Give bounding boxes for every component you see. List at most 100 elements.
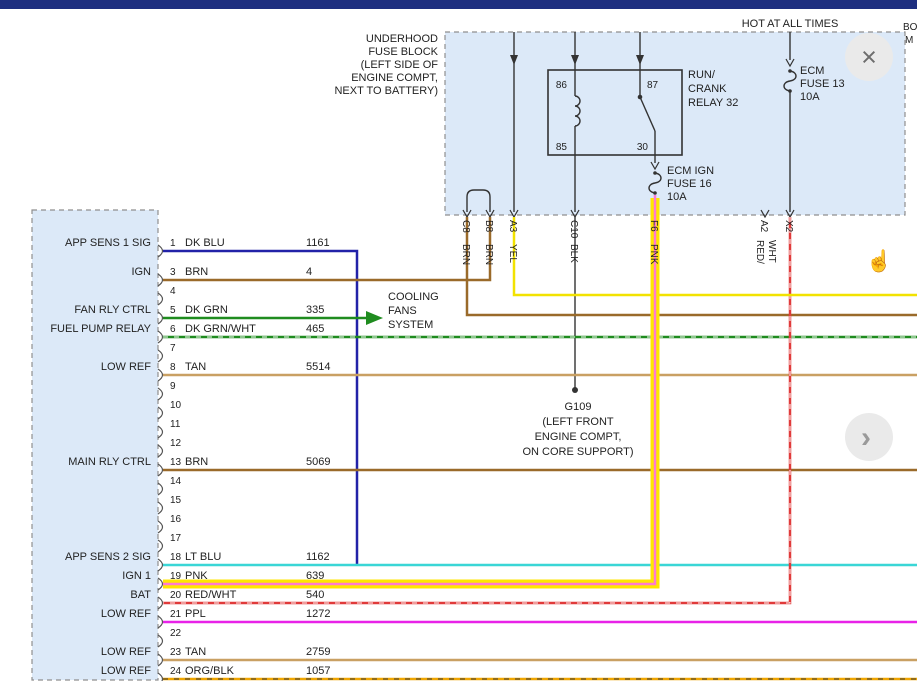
- pin-function-label: LOW REF: [101, 646, 151, 658]
- wire-dk-blu-1161: [163, 251, 357, 565]
- pin-number: 16: [170, 514, 182, 525]
- wire-color-label: LT BLU: [185, 551, 221, 563]
- wire-highlight-glow: [163, 198, 655, 584]
- fuse13-label-line: FUSE 13: [800, 78, 845, 90]
- selected-wire-pnk-639[interactable]: [163, 195, 655, 584]
- caption-line: SYSTEM: [388, 319, 433, 331]
- pin-id: C10: [568, 220, 579, 239]
- pin-socket-icon: [158, 407, 163, 419]
- pin-socket-icon: [158, 635, 163, 647]
- fuse16-label-line: FUSE 16: [667, 178, 712, 190]
- circuit-number: 5069: [306, 456, 330, 468]
- pin-number: 4: [170, 286, 176, 297]
- relay-terminal-87: 87: [647, 80, 659, 91]
- fuse16-label-line: 10A: [667, 191, 687, 203]
- pin-socket-icon: [158, 597, 163, 609]
- circuit-number: 639: [306, 570, 324, 582]
- wire-color: BRN: [460, 244, 471, 265]
- wire-color: YEL: [507, 244, 518, 263]
- circuit-number: 5514: [306, 361, 330, 373]
- pin-function-label: MAIN RLY CTRL: [68, 456, 151, 468]
- pin-row-11: 11: [158, 419, 181, 438]
- pin-number: 8: [170, 362, 176, 373]
- close-icon[interactable]: ×: [861, 42, 877, 72]
- pin-row-7: 7: [158, 343, 176, 362]
- chevron-right-icon[interactable]: ›: [861, 421, 871, 454]
- next-page-button[interactable]: ›: [845, 413, 893, 461]
- pin-number: 6: [170, 324, 176, 335]
- wire-color-label: PPL: [185, 608, 206, 620]
- pin-id: F6: [648, 220, 659, 232]
- pin-socket-icon: [158, 521, 163, 533]
- caption-line: FANS: [388, 305, 417, 317]
- pin-row-12: 12: [158, 438, 182, 457]
- pin-row-4: 4: [158, 286, 176, 305]
- pin-number: 3: [170, 267, 176, 278]
- pin-socket-icon: [158, 312, 163, 324]
- pin-function-label: LOW REF: [101, 361, 151, 373]
- pin-number: 15: [170, 495, 182, 506]
- pin-function-label: LOW REF: [101, 665, 151, 677]
- pin-row-17: 17: [158, 533, 182, 552]
- wire-color-label: PNK: [185, 570, 208, 582]
- pin-id: A3: [507, 220, 518, 233]
- circuit-number: 1057: [306, 665, 330, 677]
- pin-socket-icon: [158, 274, 163, 286]
- wire-color-label: TAN: [185, 361, 206, 373]
- wire-color: WHT: [766, 240, 777, 263]
- close-button[interactable]: ×: [845, 33, 893, 81]
- wire-color: RED/: [754, 240, 765, 264]
- caption-line: (LEFT SIDE OF: [361, 59, 439, 71]
- pin-number: 14: [170, 476, 182, 487]
- pin-number: 22: [170, 628, 182, 639]
- relay-name-line: RUN/: [688, 69, 716, 81]
- pin-number: 7: [170, 343, 176, 354]
- offpage-arrow-icon: [366, 311, 383, 325]
- pin-number: 20: [170, 590, 182, 601]
- pin-id: C8: [460, 220, 471, 233]
- pin-socket-icon: [158, 445, 163, 457]
- pin-row-15: 15: [158, 495, 182, 514]
- pin-number: 21: [170, 609, 182, 620]
- hot-at-all-times-label: HOT AT ALL TIMES: [742, 18, 839, 30]
- caption-line: UNDERHOOD: [366, 33, 438, 45]
- pin-socket-icon: [158, 426, 163, 438]
- pin-number: 9: [170, 381, 176, 392]
- underhood-fuse-block-caption: UNDERHOOD FUSE BLOCK (LEFT SIDE OF ENGIN…: [334, 33, 438, 97]
- relay-terminal-86: 86: [556, 80, 568, 91]
- pin-socket-icon: [158, 616, 163, 628]
- pin-socket-icon: [158, 464, 163, 476]
- ground-location-line: ENGINE COMPT,: [535, 431, 622, 443]
- ground-location-line: (LEFT FRONT: [542, 416, 614, 428]
- pin-socket-icon: [158, 540, 163, 552]
- pin-row-14: 14: [158, 476, 182, 495]
- ground-location-line: ON CORE SUPPORT): [522, 446, 633, 458]
- pin-number: 18: [170, 552, 182, 563]
- pin-id: A2: [758, 220, 769, 233]
- cooling-fans-caption: COOLING FANS SYSTEM: [388, 291, 439, 331]
- wiring-diagram-canvas: HOT AT ALL TIMES BOD M UNDERHOOD FUSE BL…: [0, 0, 917, 681]
- circuit-number: 1272: [306, 608, 330, 620]
- pin-socket-icon: [158, 673, 163, 681]
- pin-function-label: APP SENS 1 SIG: [65, 237, 151, 249]
- pin-row-10: 10: [158, 400, 182, 419]
- pin-number: 12: [170, 438, 182, 449]
- pin-socket-icon: [158, 502, 163, 514]
- wire-color-label: ORG/BLK: [185, 665, 235, 677]
- wire-stripe: [163, 217, 790, 603]
- bulkhead-pin-ids: C8 B8 A3 C10 F6 A2 X2: [460, 220, 794, 239]
- pin-function-label: BAT: [130, 589, 151, 601]
- pin-function-label: LOW REF: [101, 608, 151, 620]
- pin-socket-icon: [158, 483, 163, 495]
- fuse13-label-line: 10A: [800, 91, 820, 103]
- pin-function-label: IGN: [131, 266, 151, 278]
- pin-socket-icon: [158, 654, 163, 666]
- wire-brn-c8-feed: [467, 217, 917, 315]
- pin-socket-icon: [158, 369, 163, 381]
- ground-g109-caption: G109 (LEFT FRONT ENGINE COMPT, ON CORE S…: [522, 401, 633, 458]
- circuit-number: 335: [306, 304, 324, 316]
- pin-function-label: IGN 1: [122, 570, 151, 582]
- wire-color-label: TAN: [185, 646, 206, 658]
- circuit-number: 540: [306, 589, 324, 601]
- pin-id: B8: [483, 220, 494, 233]
